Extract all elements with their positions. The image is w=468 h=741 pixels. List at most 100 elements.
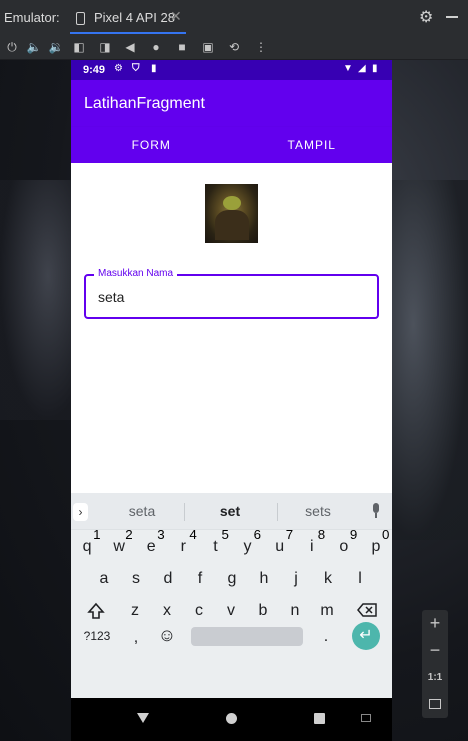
period-key[interactable]: .: [317, 623, 335, 651]
key-row-3: zxcvbnm: [71, 595, 392, 627]
key-g[interactable]: g: [216, 565, 248, 593]
comma-key[interactable]: ,: [127, 624, 145, 652]
key-d[interactable]: d: [152, 565, 184, 593]
suggestion-item-primary[interactable]: set: [184, 503, 276, 519]
key-s[interactable]: s: [120, 565, 152, 593]
key-n[interactable]: n: [279, 597, 311, 625]
tab-form[interactable]: FORM: [71, 127, 232, 163]
symbols-key[interactable]: ?123: [79, 622, 115, 650]
key-number-hint: 1: [93, 527, 101, 542]
chevron-right-icon[interactable]: ›: [73, 503, 88, 521]
gear-icon[interactable]: ⚙: [419, 7, 433, 27]
fit-screen-icon: [429, 699, 441, 709]
key-h[interactable]: h: [248, 565, 280, 593]
shield-status-icon: ⛉: [132, 63, 140, 74]
space-bar[interactable]: [191, 627, 303, 646]
battery-icon: ▮: [372, 63, 378, 74]
device-tab[interactable]: Pixel 4 API 28 ✕: [70, 3, 186, 34]
suggestion-item[interactable]: sets: [272, 503, 364, 519]
mic-body: [373, 503, 379, 513]
key-z[interactable]: z: [119, 597, 151, 625]
zoom-out-button[interactable]: −: [422, 637, 448, 664]
back-icon[interactable]: ◀: [122, 39, 138, 55]
enter-key[interactable]: ↵: [352, 622, 380, 650]
rotate-right-icon[interactable]: ◨: [97, 39, 113, 55]
key-c[interactable]: c: [183, 597, 215, 625]
soft-keyboard: › seta set sets q1w2e3r4t5y6u7i8o9p0 asd…: [71, 493, 392, 698]
key-m[interactable]: m: [311, 597, 343, 625]
device-screen: 9:49 ⚙ ⛉ ▮ ▼ ◢ ▮ LatihanFragment FORM TA…: [71, 60, 392, 741]
emulator-toolbar: ⏻ 🔈 🔉 ◧ ◨ ◀ ● ■ ▣ ⟲ ⋮: [0, 34, 468, 60]
navigation-bar: [71, 698, 392, 741]
emulator-window: Emulator: Pixel 4 API 28 ✕ ⚙ ⏻ 🔈 🔉 ◧ ◨ ◀…: [0, 0, 468, 741]
key-b[interactable]: b: [247, 597, 279, 625]
app-bar: LatihanFragment: [71, 80, 392, 127]
nav-home-icon[interactable]: [226, 713, 237, 724]
minimize-icon[interactable]: [446, 16, 458, 18]
key-j[interactable]: j: [280, 565, 312, 593]
key-number-hint: 2: [125, 527, 133, 542]
status-bar: 9:49 ⚙ ⛉ ▮ ▼ ◢ ▮: [71, 60, 392, 80]
device-icon: [76, 12, 85, 25]
key-number-hint: 4: [189, 527, 197, 542]
key-number-hint: 9: [349, 527, 358, 542]
background-art-left: [0, 180, 80, 420]
nav-back-icon[interactable]: [137, 713, 149, 723]
mic-stem: [375, 513, 377, 518]
power-icon[interactable]: ⏻: [4, 39, 20, 55]
key-number-hint: 8: [317, 527, 326, 542]
name-input-value[interactable]: seta: [98, 289, 124, 305]
key-a[interactable]: a: [88, 565, 120, 593]
emoji-key[interactable]: ☺: [155, 621, 179, 649]
wifi-icon: ▼: [343, 63, 353, 74]
key-l[interactable]: l: [344, 565, 376, 593]
zoom-actual-size-button[interactable]: 1:1: [422, 664, 448, 691]
volume-down-icon[interactable]: 🔉: [48, 39, 64, 55]
key-v[interactable]: v: [215, 597, 247, 625]
zoom-controls: + − 1:1: [422, 610, 448, 718]
image-figure-body: [215, 210, 249, 240]
screenshot-icon[interactable]: ▣: [200, 39, 216, 55]
app-title: LatihanFragment: [84, 95, 205, 112]
status-time: 9:49: [83, 64, 106, 76]
zoom-in-button[interactable]: +: [422, 610, 448, 637]
overview-icon[interactable]: ■: [174, 39, 190, 55]
name-input-label: Masukkan Nama: [94, 268, 178, 279]
key-number-hint: 3: [157, 527, 165, 542]
key-row-2: asdfghjkl: [71, 563, 392, 595]
home-icon[interactable]: ●: [148, 39, 164, 55]
key-k[interactable]: k: [312, 565, 344, 593]
backspace-icon[interactable]: [357, 603, 377, 617]
more-icon[interactable]: ⋮: [253, 39, 269, 55]
snapshot-icon[interactable]: ⟲: [226, 39, 242, 55]
key-number-hint: 7: [285, 527, 294, 542]
settings-status-icon: ⚙: [114, 63, 123, 74]
background-art-right: [390, 180, 468, 540]
name-input[interactable]: Masukkan Nama seta: [84, 268, 379, 319]
key-number-hint: 0: [382, 527, 390, 542]
nav-recents-icon[interactable]: [314, 713, 325, 724]
tab-tampil[interactable]: TAMPIL: [232, 127, 393, 163]
volume-up-icon[interactable]: 🔈: [26, 39, 42, 55]
emulator-title: Emulator:: [4, 10, 60, 25]
keyboard-switch-icon[interactable]: [361, 714, 371, 722]
key-number-hint: 6: [253, 527, 262, 542]
microphone-icon[interactable]: [369, 503, 383, 519]
zoom-fit-button[interactable]: [422, 691, 448, 718]
tab-bar: FORM TAMPIL: [71, 127, 392, 163]
key-number-hint: 5: [221, 527, 229, 542]
suggestion-item[interactable]: seta: [96, 503, 188, 519]
enter-icon: ↵: [359, 627, 373, 644]
close-tab-icon[interactable]: ✕: [170, 8, 182, 25]
signal-icon: ◢: [358, 63, 366, 74]
emulator-title-bar: Emulator: Pixel 4 API 28 ✕ ⚙: [0, 0, 468, 34]
device-tab-label: Pixel 4 API 28: [94, 10, 175, 25]
profile-image: [205, 184, 258, 243]
shift-icon[interactable]: [87, 602, 105, 620]
key-f[interactable]: f: [184, 565, 216, 593]
suggestion-strip: › seta set sets: [71, 493, 392, 530]
form-fragment: Masukkan Nama seta: [71, 163, 392, 493]
image-figure-head: [223, 196, 241, 210]
key-row-1: q1w2e3r4t5y6u7i8o9p0: [71, 527, 392, 563]
rotate-left-icon[interactable]: ◧: [71, 39, 87, 55]
